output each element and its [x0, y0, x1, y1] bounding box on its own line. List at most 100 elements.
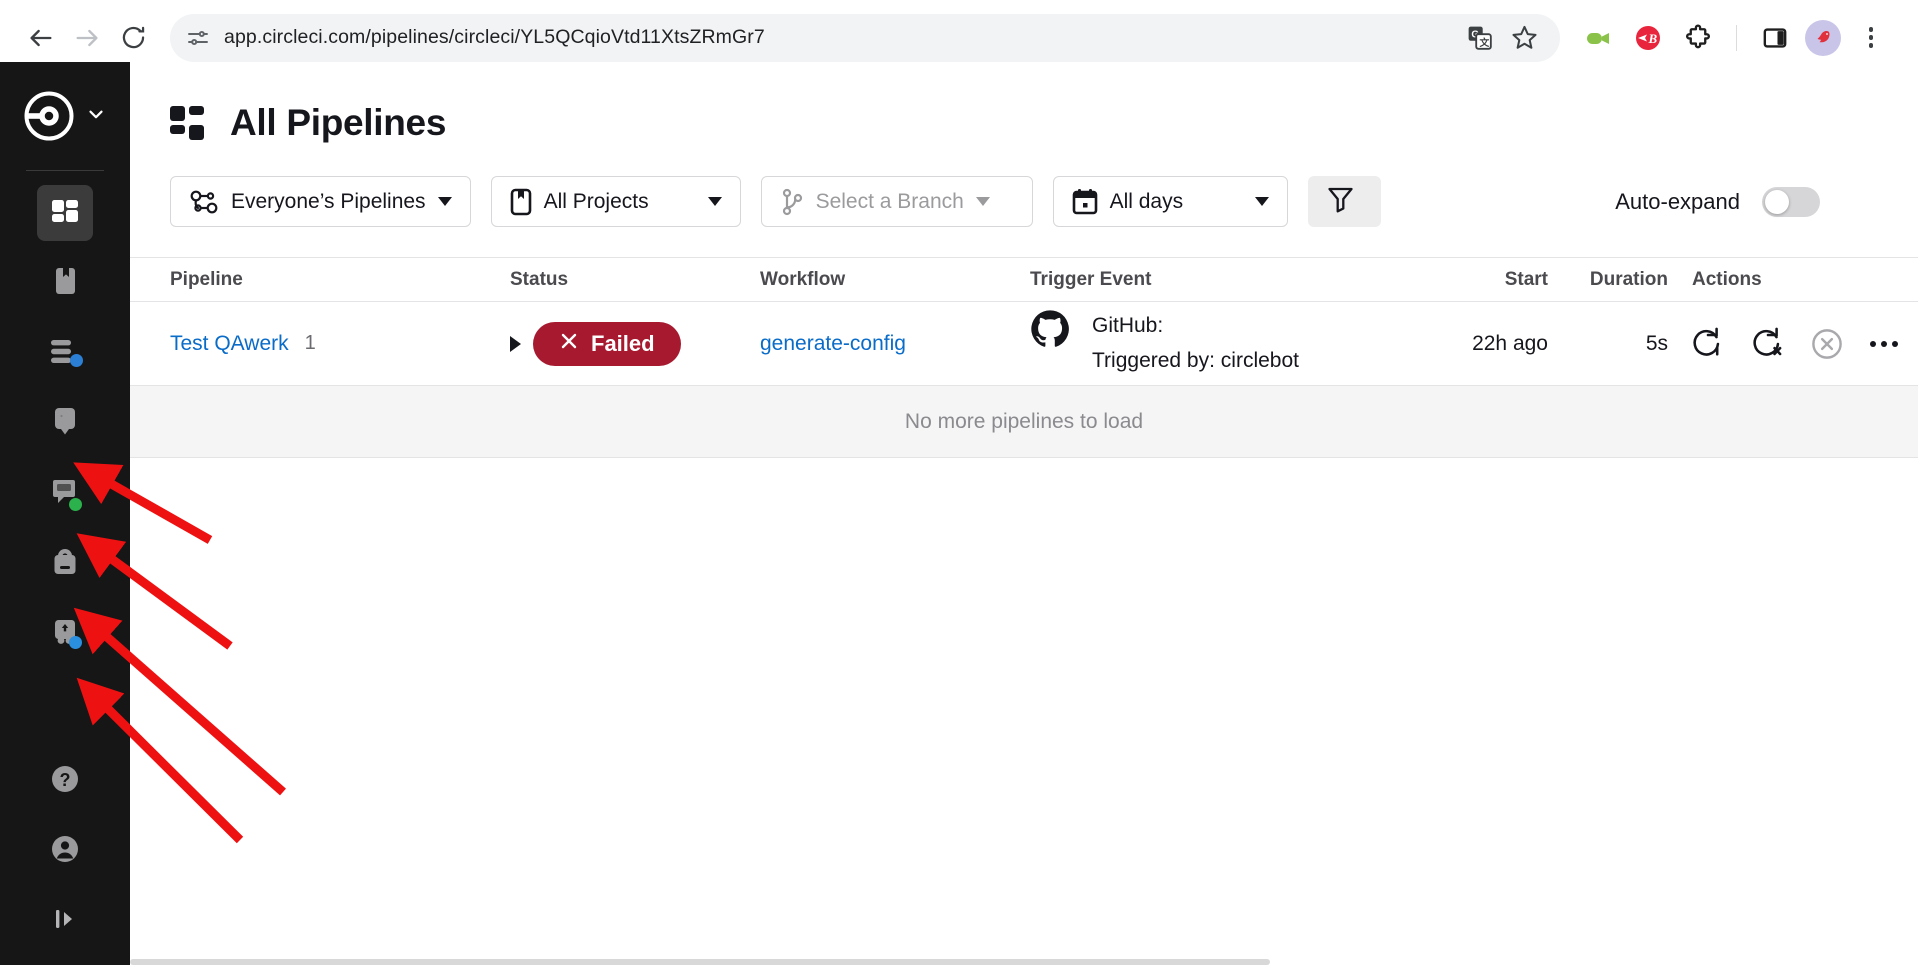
pipeline-icon — [189, 189, 219, 215]
app-sidebar: ? — [0, 62, 130, 965]
translate-icon[interactable]: G 文 — [1460, 18, 1500, 58]
chrome-menu-icon[interactable] — [1851, 18, 1891, 58]
funnel-icon — [1327, 185, 1354, 218]
org-switcher[interactable] — [0, 62, 130, 170]
table-row[interactable]: Test QAwerk 1 Failed generate-config Git… — [130, 302, 1918, 386]
pipeline-name-link[interactable]: Test QAwerk — [170, 332, 289, 356]
bookmark-star-icon[interactable] — [1504, 18, 1544, 58]
branch-filter-dropdown[interactable]: Select a Branch — [760, 176, 1033, 227]
close-icon — [559, 331, 579, 357]
cancel-workflow-icon[interactable] — [1810, 327, 1844, 361]
status-badge-label: Failed — [591, 330, 655, 356]
sidebar-item-help[interactable]: ? — [37, 751, 93, 807]
pipeline-cell: Test QAwerk 1 — [130, 332, 510, 356]
sidebar-item-projects[interactable] — [37, 255, 93, 311]
column-header-pipeline: Pipeline — [170, 268, 243, 290]
column-header-trigger: Trigger Event — [1030, 268, 1152, 290]
github-icon — [1030, 309, 1070, 355]
table-header-row: Pipeline Status Workflow Trigger Event S… — [130, 257, 1918, 302]
extension-badge-icon[interactable]: B — [1628, 18, 1668, 58]
auto-expand-toggle[interactable] — [1762, 186, 1820, 217]
column-header-actions: Actions — [1692, 268, 1762, 290]
status-cell: Failed — [510, 321, 760, 366]
sidebar-item-settings[interactable] — [37, 535, 93, 591]
expand-row-triangle-icon[interactable] — [510, 335, 521, 352]
more-actions-icon[interactable] — [1870, 340, 1898, 347]
page-header: All Pipelines — [130, 62, 1918, 144]
sidebar-item-expand[interactable] — [37, 891, 93, 947]
actions-cell — [1668, 327, 1918, 361]
svg-text:?: ? — [60, 770, 71, 790]
workflow-cell: generate-config — [760, 332, 1030, 356]
branch-filter-label: Select a Branch — [815, 189, 964, 213]
auto-expand-label: Auto-expand — [1615, 188, 1740, 214]
svg-text:B: B — [1648, 31, 1658, 46]
toolbar-divider — [1736, 24, 1737, 51]
column-header-status: Status — [510, 268, 569, 290]
circleci-logo-icon — [23, 90, 75, 142]
trigger-source: GitHub: — [1092, 313, 1164, 337]
trigger-text-block: GitHub: Triggered by: circlebot — [1092, 309, 1299, 378]
screen-recorder-icon[interactable] — [1578, 18, 1618, 58]
pipelines-table: Pipeline Status Workflow Trigger Event S… — [130, 257, 1918, 458]
reload-button[interactable] — [110, 15, 156, 61]
days-filter-label: All days — [1109, 189, 1184, 213]
trigger-author: Triggered by: circlebot — [1092, 348, 1299, 372]
pipeline-number: 1 — [304, 332, 316, 354]
days-filter-dropdown[interactable]: All days — [1052, 176, 1288, 227]
sidebar-badge-runners — [69, 636, 82, 649]
owner-filter-label: Everyone’s Pipelines — [231, 189, 426, 213]
sidebar-item-runs[interactable] — [37, 325, 93, 381]
site-settings-icon[interactable] — [186, 26, 210, 50]
sidebar-badge-runs — [70, 354, 83, 367]
project-filter-label: All Projects — [543, 189, 649, 213]
browser-extension-icons: B — [1578, 18, 1891, 58]
scrollbar-thumb[interactable] — [130, 959, 1270, 965]
sidebar-bottom-nav: ? — [37, 751, 93, 965]
sidebar-divider — [26, 170, 104, 171]
advanced-filter-button[interactable] — [1307, 176, 1381, 227]
sidebar-item-self-hosted-runners[interactable] — [37, 605, 93, 661]
sidebar-item-insights[interactable] — [37, 395, 93, 451]
sidebar-item-releases[interactable] — [37, 465, 93, 521]
main-content: All Pipelines Everyone’s Pipelines All P… — [130, 62, 1918, 965]
side-panel-icon[interactable] — [1755, 18, 1795, 58]
url-text: app.circleci.com/pipelines/circleci/YL5Q… — [224, 26, 765, 48]
circleci-app: ? All Pipelines Everyone’s Pipelines All… — [0, 62, 1918, 965]
toggle-knob — [1765, 189, 1789, 214]
sidebar-item-dashboard[interactable] — [37, 185, 93, 241]
svg-text:文: 文 — [1479, 36, 1489, 49]
filter-bar: Everyone’s Pipelines All Projects Select… — [130, 144, 1918, 227]
column-header-start: Start — [1504, 268, 1548, 290]
bookmark-icon — [510, 188, 532, 216]
chevron-down-icon — [437, 197, 452, 206]
duration-cell: 5s — [1645, 331, 1668, 355]
sidebar-nav — [0, 185, 130, 661]
start-cell: 22h ago — [1472, 331, 1548, 355]
branch-icon — [780, 188, 804, 216]
sidebar-item-user[interactable] — [37, 821, 93, 877]
project-filter-dropdown[interactable]: All Projects — [490, 176, 741, 227]
profile-avatar[interactable] — [1805, 19, 1841, 56]
sidebar-badge-releases — [69, 498, 82, 511]
forward-button[interactable] — [64, 15, 110, 61]
page-title: All Pipelines — [230, 102, 447, 143]
extensions-puzzle-icon[interactable] — [1678, 18, 1718, 58]
chevron-down-icon — [1254, 197, 1269, 206]
workflow-link[interactable]: generate-config — [760, 332, 906, 355]
no-more-pipelines-message: No more pipelines to load — [130, 386, 1918, 458]
chevron-down-icon — [975, 197, 990, 206]
chevron-down-icon — [85, 103, 107, 130]
back-button[interactable] — [18, 15, 64, 61]
owner-filter-dropdown[interactable]: Everyone’s Pipelines — [170, 176, 471, 227]
rerun-workflow-from-failed-icon[interactable] — [1750, 327, 1784, 361]
chevron-down-icon — [707, 197, 722, 206]
status-badge: Failed — [533, 321, 681, 366]
horizontal-scrollbar[interactable] — [130, 959, 1918, 965]
trigger-event-cell: GitHub: Triggered by: circlebot — [1030, 303, 1318, 384]
calendar-icon — [1072, 188, 1098, 215]
column-header-workflow: Workflow — [760, 268, 846, 290]
auto-expand-control[interactable]: Auto-expand — [1615, 186, 1878, 217]
address-bar[interactable]: app.circleci.com/pipelines/circleci/YL5Q… — [170, 13, 1560, 62]
rerun-workflow-from-start-icon[interactable] — [1690, 327, 1724, 361]
